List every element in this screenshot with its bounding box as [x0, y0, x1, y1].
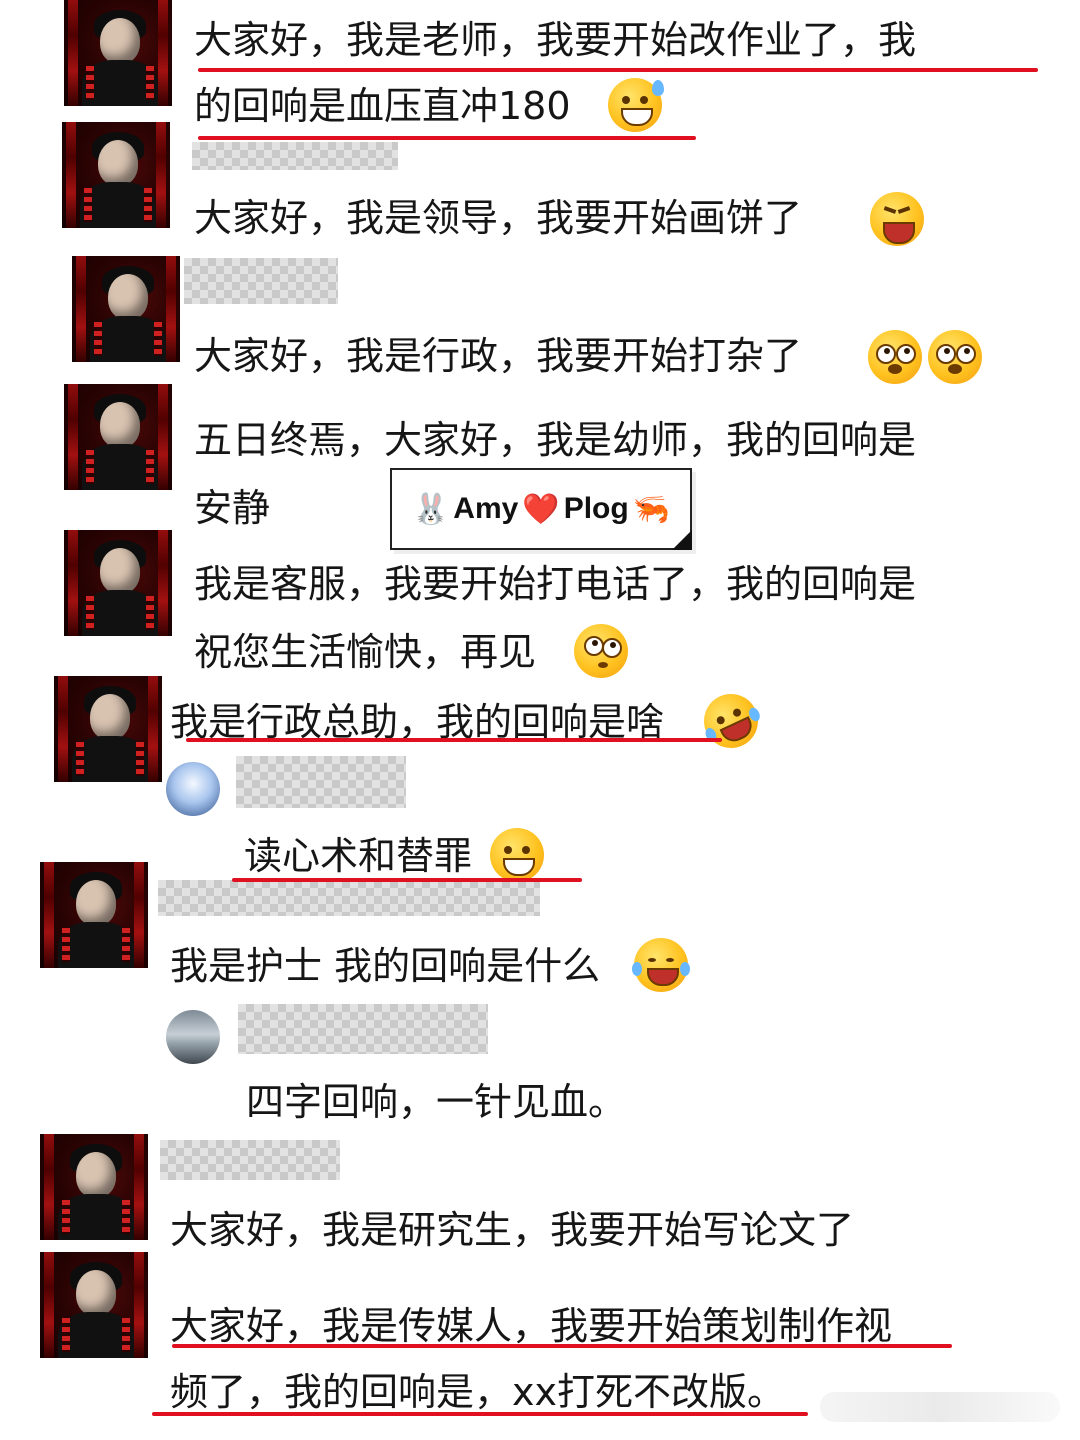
reply-avatar[interactable]: [166, 762, 220, 816]
avatar[interactable]: [64, 0, 172, 106]
masked-username: [236, 756, 406, 808]
thinking-emoji-icon: [574, 624, 628, 678]
red-underline: [172, 1344, 952, 1348]
avatar[interactable]: [64, 530, 172, 636]
red-underline: [198, 68, 1038, 72]
masked-username: [184, 258, 338, 304]
reply-avatar[interactable]: [166, 1010, 220, 1064]
grin-emoji-icon: [490, 828, 544, 882]
comment-text: 的回响是血压直冲180: [194, 84, 571, 128]
masked-username: [238, 1004, 488, 1054]
comment-text: 大家好，我是行政，我要开始打杂了: [194, 334, 803, 378]
watermark-badge: 🐰 Amy ❤️ Plog 🦐: [390, 468, 692, 550]
avatar[interactable]: [54, 676, 162, 782]
tears-of-joy-emoji-icon: [632, 938, 690, 992]
comment-text: 频了，我的回响是，xx打死不改版。: [170, 1370, 785, 1414]
watermark-name: Amy: [453, 492, 519, 525]
reply-text: 四字回响，一针见血。: [246, 1080, 627, 1124]
avatar[interactable]: [64, 384, 172, 490]
corner-mark: [672, 530, 692, 550]
watermark-suffix: Plog: [563, 492, 629, 525]
avatar[interactable]: [40, 862, 148, 968]
masked-username: [160, 1140, 340, 1180]
faded-text-tail: [820, 1392, 1060, 1422]
red-underline: [152, 1412, 808, 1416]
avatar[interactable]: [40, 1252, 148, 1358]
avatar[interactable]: [40, 1134, 148, 1240]
dizzy-emoji-icon: [868, 330, 922, 384]
comment-text: 我是客服，我要开始打电话了，我的回响是: [194, 562, 917, 606]
comment-text: 安静: [194, 486, 271, 530]
comment-text: 大家好，我是领导，我要开始画饼了: [194, 196, 803, 240]
dizzy-emoji-icon: [928, 330, 982, 384]
comment-text: 五日终焉，大家好，我是幼师，我的回响是: [194, 418, 917, 462]
red-underline: [232, 878, 582, 882]
masked-username: [192, 142, 398, 170]
comment-text: 大家好，我是传媒人，我要开始策划制作视: [170, 1304, 893, 1348]
laughing-emoji-icon: [870, 192, 924, 246]
reply-text: 读心术和替罪: [244, 834, 473, 878]
avatar[interactable]: [72, 256, 180, 362]
shrimp-icon: 🦐: [632, 492, 671, 526]
comment-text: 大家好，我是研究生，我要开始写论文了: [170, 1208, 855, 1252]
rofl-emoji-icon: [695, 685, 767, 757]
masked-username: [158, 880, 540, 916]
red-underline: [198, 136, 696, 140]
grin-sweat-emoji-icon: [608, 78, 664, 132]
avatar[interactable]: [62, 122, 170, 228]
comment-text: 我是护士 我的回响是什么: [170, 944, 601, 988]
red-underline: [186, 738, 722, 742]
comment-text: 大家好，我是老师，我要开始改作业了，我: [194, 18, 917, 62]
heart-icon: ❤️: [522, 492, 560, 526]
comment-text: 祝您生活愉快，再见: [194, 630, 537, 674]
rabbit-icon: 🐰: [411, 492, 450, 526]
